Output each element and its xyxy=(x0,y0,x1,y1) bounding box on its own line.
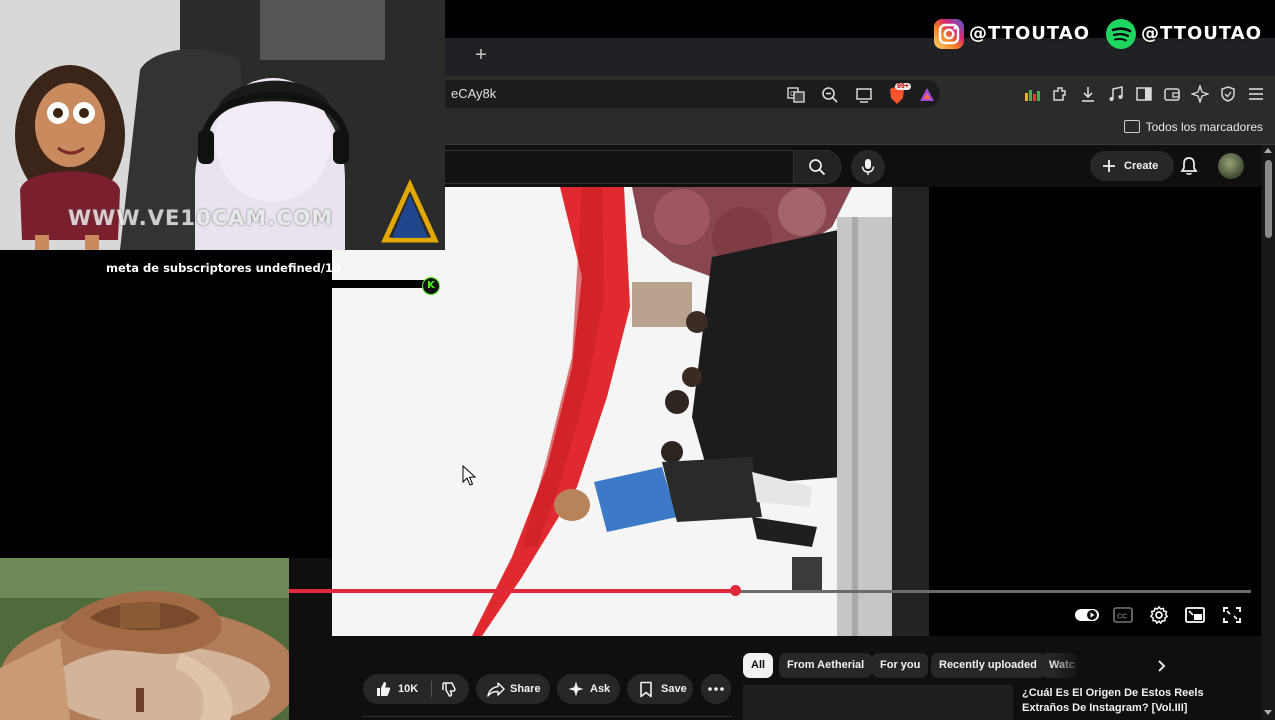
new-tab-button[interactable]: + xyxy=(471,44,491,67)
youtube-masthead: Create xyxy=(445,145,1260,187)
share-icon xyxy=(487,682,505,697)
dislike-button[interactable] xyxy=(432,674,469,704)
address-toolbar: eCAy8k G 99+ xyxy=(445,76,1275,112)
search-input[interactable] xyxy=(445,150,794,184)
folder-icon xyxy=(1123,120,1140,133)
webcam-overlay: WWW.VE10CAM.COM xyxy=(0,0,445,250)
instagram-icon xyxy=(934,19,964,49)
cast-icon[interactable] xyxy=(855,86,873,104)
media-music-icon[interactable] xyxy=(1107,85,1125,103)
spotify-handle-text: @TTOUTAO xyxy=(1141,23,1263,44)
create-label: Create xyxy=(1124,160,1159,172)
equalizer-extension-icon[interactable] xyxy=(1023,85,1041,103)
description-divider xyxy=(362,716,732,717)
address-bar[interactable]: eCAy8k G 99+ xyxy=(445,80,940,108)
video-player[interactable] xyxy=(332,187,1261,636)
webcam-watermark: WWW.VE10CAM.COM xyxy=(68,206,334,230)
share-label: Share xyxy=(510,683,541,695)
video-frame xyxy=(332,187,929,636)
subscriber-goal-text: meta de subscriptores undefined/10 xyxy=(106,261,341,275)
url-text: eCAy8k xyxy=(451,86,497,101)
translate-icon[interactable]: G xyxy=(787,86,805,104)
scroll-up-arrow[interactable] xyxy=(1264,148,1272,153)
chip-from-channel[interactable]: From Aetherial xyxy=(779,653,873,678)
plus-icon xyxy=(1103,160,1115,172)
vpn-shield-icon[interactable] xyxy=(1219,85,1237,103)
search-icon xyxy=(809,159,826,176)
brave-rewards-icon[interactable] xyxy=(918,86,936,104)
notifications-bell-icon[interactable] xyxy=(1178,155,1200,177)
download-icon[interactable] xyxy=(1079,85,1097,103)
spotify-icon xyxy=(1106,19,1136,49)
scrollbar-thumb[interactable] xyxy=(1265,160,1272,238)
menu-icon[interactable] xyxy=(1247,85,1265,103)
recommendation-thumbnail[interactable] xyxy=(743,685,1013,720)
brave-shields-icon[interactable]: 99+ xyxy=(887,83,911,105)
thumbs-up-icon xyxy=(377,682,391,696)
bookmark-folder-label: Todos los marcadores xyxy=(1145,120,1263,134)
more-actions-button[interactable] xyxy=(701,674,731,704)
instagram-handle-text: @TTOUTAO xyxy=(969,23,1091,44)
wallet-icon[interactable] xyxy=(1163,85,1181,103)
leo-ai-icon[interactable] xyxy=(1191,85,1209,103)
spotify-handle-overlay: @TTOUTAO xyxy=(1105,18,1275,50)
svg-text:G: G xyxy=(790,91,795,98)
like-count: 10K xyxy=(398,683,419,695)
instagram-handle-overlay: @TTOUTAO xyxy=(933,18,1098,50)
like-dislike-group: 10K xyxy=(363,674,469,704)
ask-label: Ask xyxy=(590,683,611,695)
sidebar-toggle-icon[interactable] xyxy=(1135,85,1153,103)
chip-all[interactable]: All xyxy=(743,653,774,678)
like-button[interactable]: 10K xyxy=(363,674,431,704)
bookmarks-bar: Todos los marcadores xyxy=(445,112,1275,145)
bookmark-icon xyxy=(640,681,652,698)
fullscreen-icon[interactable] xyxy=(1221,605,1243,625)
svg-text:CC: CC xyxy=(1117,614,1127,621)
chevron-right-icon[interactable] xyxy=(1150,656,1172,676)
mouse-cursor-icon xyxy=(462,465,476,486)
video-frame-image xyxy=(332,187,929,636)
zoom-out-icon[interactable] xyxy=(821,86,839,104)
microphone-icon xyxy=(861,159,875,175)
settings-gear-icon[interactable] xyxy=(1148,605,1170,625)
sparkle-icon xyxy=(568,681,584,697)
share-button[interactable]: Share xyxy=(476,674,550,704)
bookmark-folder-all[interactable]: Todos los marcadores xyxy=(1123,120,1263,134)
overlay-black-panel xyxy=(0,290,332,558)
shields-badge: 99+ xyxy=(895,83,911,90)
save-label: Save xyxy=(661,683,687,695)
create-button[interactable]: Create xyxy=(1090,151,1174,181)
scroll-down-arrow[interactable] xyxy=(1264,710,1272,715)
more-horizontal-icon xyxy=(708,687,724,691)
account-avatar[interactable] xyxy=(1218,153,1244,179)
subtitles-icon[interactable]: CC xyxy=(1112,605,1134,625)
extensions-icon[interactable] xyxy=(1051,85,1069,103)
video-progress-played xyxy=(289,589,736,593)
mud-house-video-overlay xyxy=(0,558,289,720)
chip-recently-uploaded[interactable]: Recently uploaded xyxy=(931,653,1045,678)
autoplay-toggle-icon xyxy=(1075,609,1099,621)
chips-fade xyxy=(1050,650,1110,680)
ask-button[interactable]: Ask xyxy=(557,674,620,704)
kick-logo-icon: K xyxy=(422,277,440,295)
voice-search-button[interactable] xyxy=(851,150,885,184)
recommendation-title[interactable]: ¿Cuál Es El Origen De Estos Reels Extrañ… xyxy=(1022,686,1207,716)
autoplay-toggle[interactable] xyxy=(1074,605,1100,625)
thumbs-down-icon xyxy=(442,682,456,697)
save-button[interactable]: Save xyxy=(627,674,693,704)
miniplayer-icon[interactable] xyxy=(1184,605,1206,625)
chip-for-you[interactable]: For you xyxy=(872,653,929,678)
search-button[interactable] xyxy=(793,150,841,184)
mud-house-image xyxy=(0,558,289,720)
subscriber-goal-bar xyxy=(332,280,430,288)
